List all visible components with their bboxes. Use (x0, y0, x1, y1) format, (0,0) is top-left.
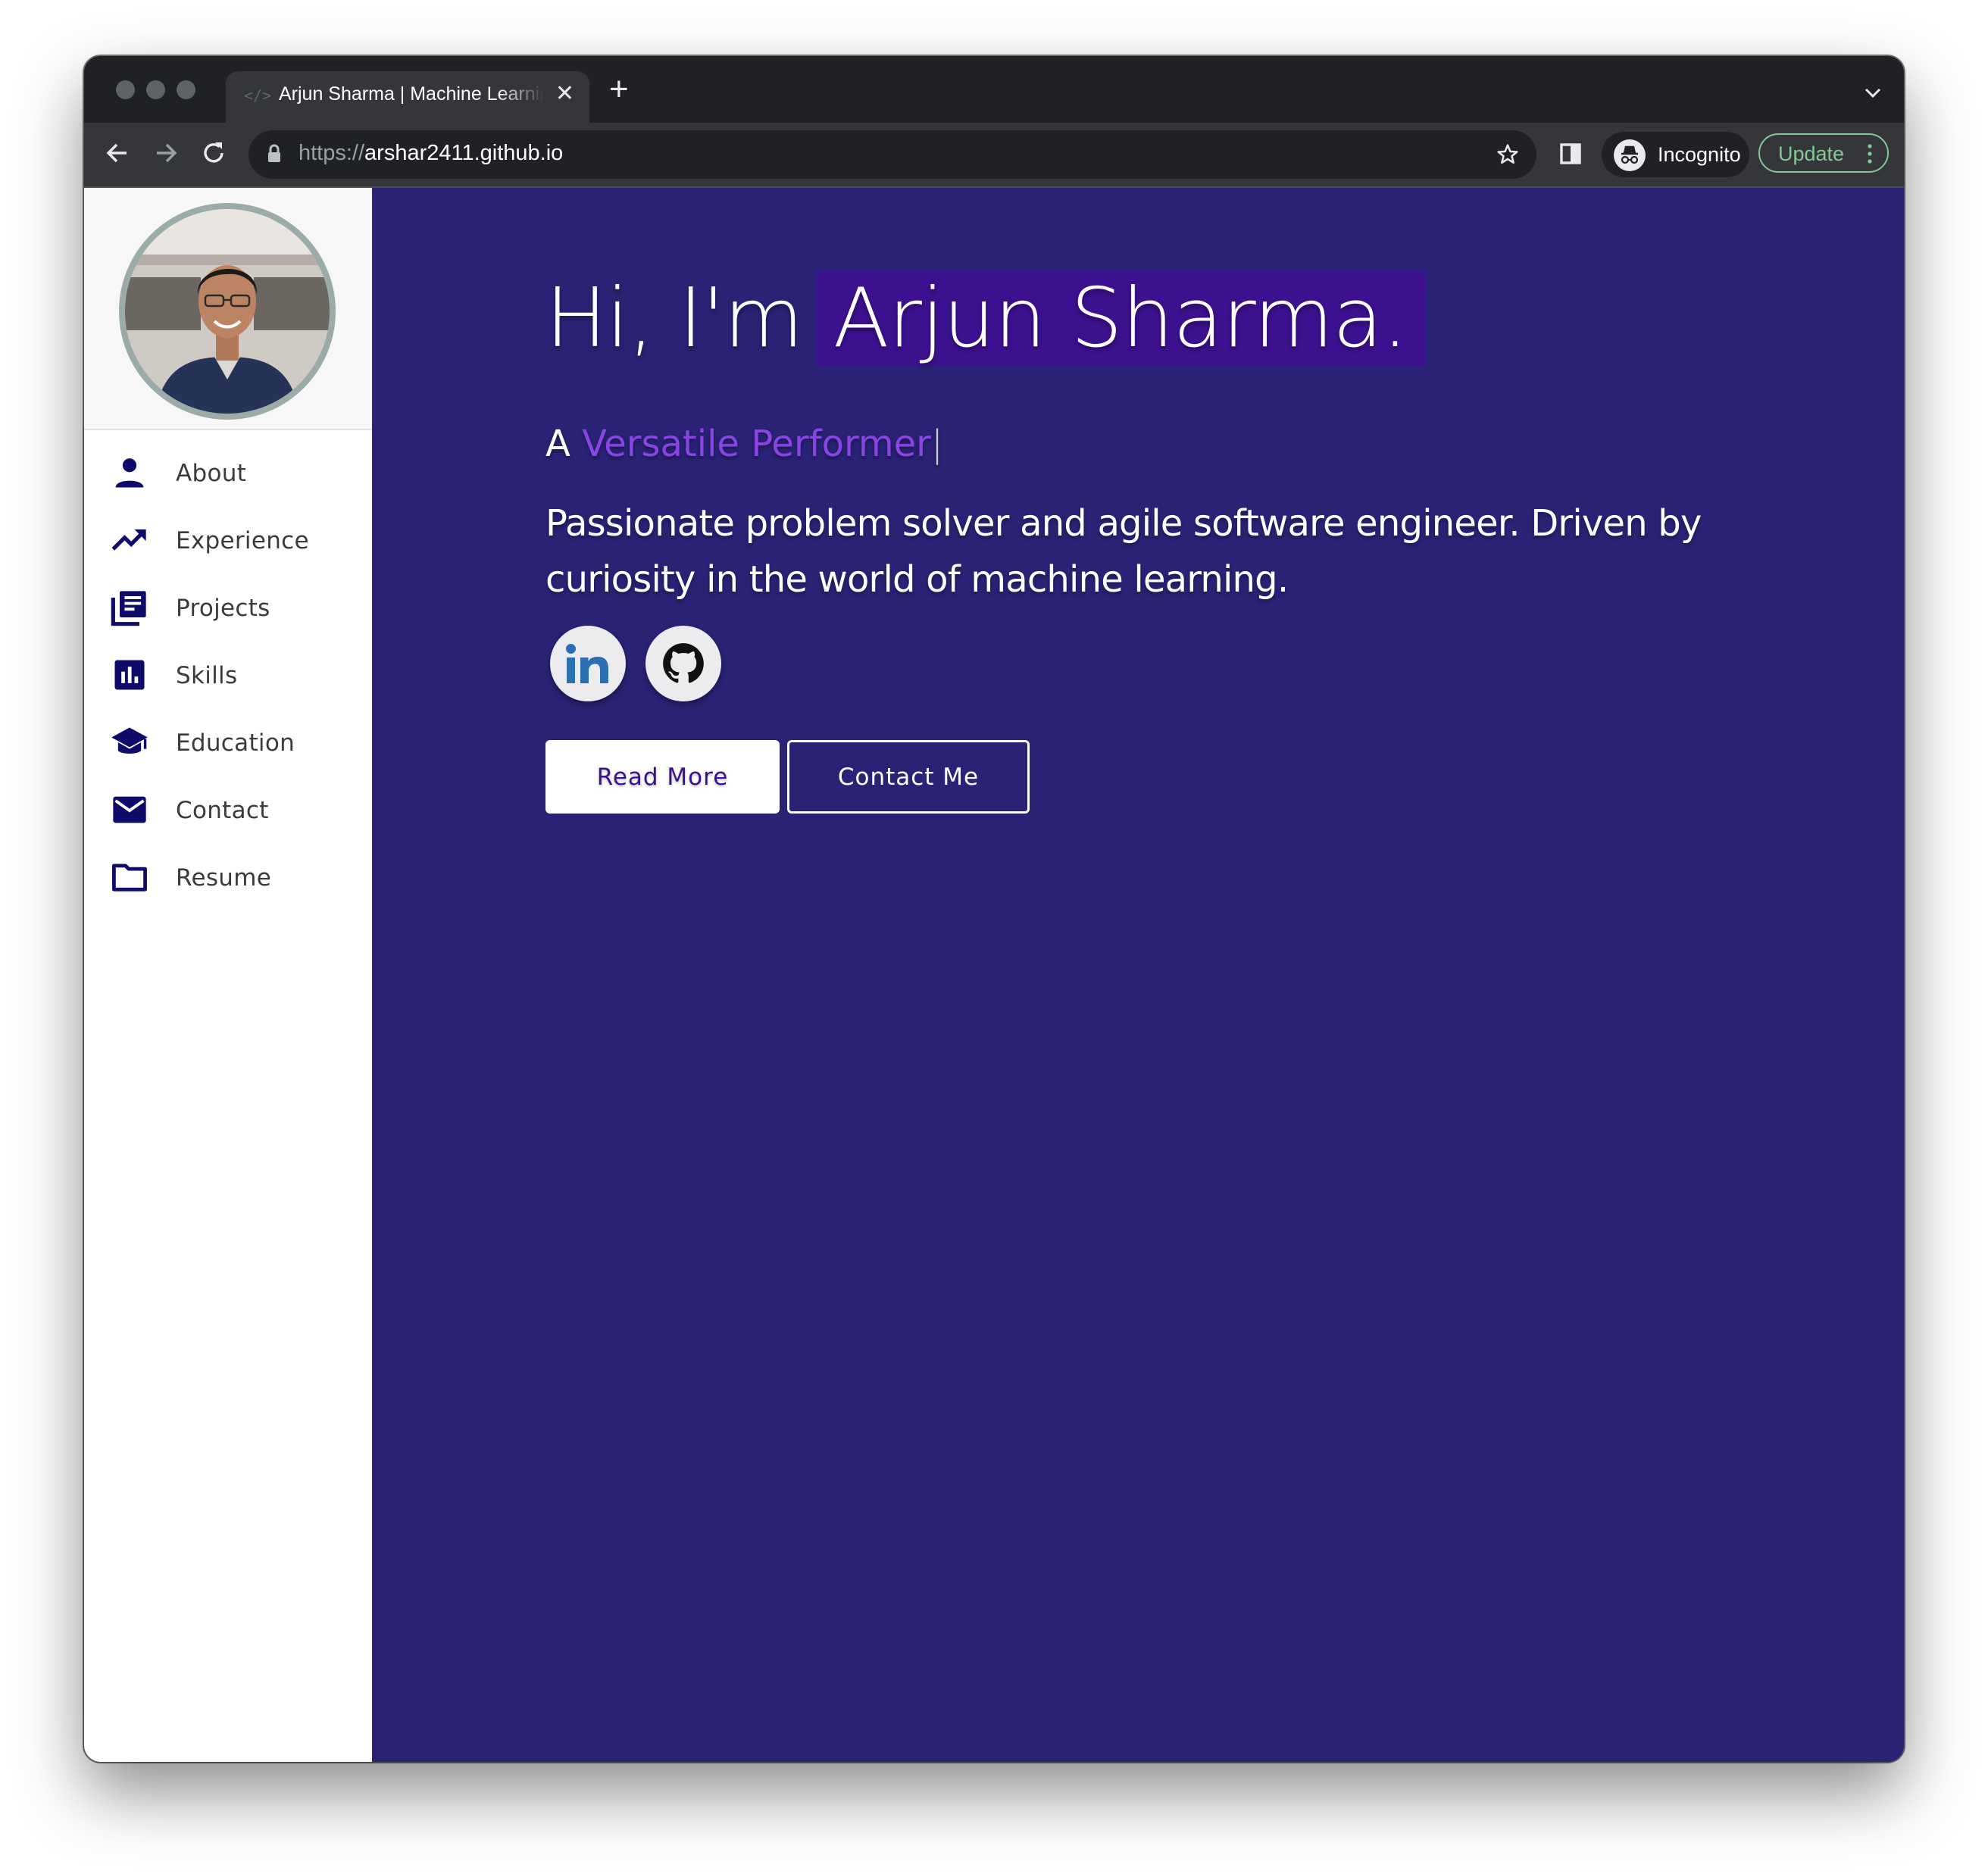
maximize-window-button[interactable] (177, 80, 195, 99)
trending-up-icon (110, 520, 149, 560)
address-bar[interactable]: https://arshar2411.github.io (248, 130, 1536, 179)
browser-tab[interactable]: </> Arjun Sharma | Machine Learning ✕ (226, 71, 589, 123)
close-window-button[interactable] (116, 80, 135, 99)
sidebar-item-education[interactable]: Education (84, 707, 372, 775)
lock-icon[interactable] (267, 144, 282, 167)
browser-toolbar: https://arshar2411.github.io Incognito U… (84, 123, 1904, 188)
profile-photo (125, 209, 330, 414)
linkedin-link[interactable] (550, 626, 626, 701)
sidebar: About Experience Projects Skills Educati… (84, 188, 372, 1762)
github-icon (663, 643, 704, 683)
page-viewport: About Experience Projects Skills Educati… (84, 188, 1904, 1762)
update-label: Update (1778, 142, 1845, 165)
person-icon (110, 453, 149, 492)
graduation-cap-icon (110, 723, 149, 762)
name-highlight: Arjun Sharma. (816, 271, 1426, 366)
tab-strip: </> Arjun Sharma | Machine Learning ✕ + (84, 56, 1904, 123)
sidebar-item-experience[interactable]: Experience (84, 505, 372, 573)
sidebar-nav: About Experience Projects Skills Educati… (84, 438, 372, 910)
contact-me-button[interactable]: Contact Me (787, 740, 1030, 814)
hero-bio: Passionate problem solver and agile soft… (545, 502, 1702, 601)
library-books-icon (110, 588, 149, 627)
folder-icon (110, 857, 149, 897)
close-tab-icon[interactable]: ✕ (555, 80, 574, 108)
minimize-window-button[interactable] (146, 80, 165, 99)
sidebar-item-label: Resume (176, 864, 272, 892)
kebab-menu-icon[interactable] (1868, 144, 1872, 167)
incognito-indicator[interactable]: Incognito (1602, 132, 1749, 177)
social-links (550, 626, 721, 701)
incognito-label: Incognito (1658, 143, 1741, 166)
url-text[interactable]: https://arshar2411.github.io (299, 141, 563, 166)
code-favicon-icon: </> (244, 86, 272, 105)
side-panel-icon[interactable] (1559, 142, 1582, 169)
sidebar-item-skills[interactable]: Skills (84, 640, 372, 707)
mail-icon (110, 790, 149, 829)
sidebar-item-contact[interactable]: Contact (84, 775, 372, 842)
avatar (119, 203, 336, 420)
read-more-button[interactable]: Read More (545, 740, 780, 814)
tab-search-chevron-icon[interactable] (1865, 88, 1881, 102)
bar-chart-icon (110, 655, 149, 695)
hero-heading: Hi, I'm Arjun Sharma. (545, 271, 1426, 366)
github-link[interactable] (645, 626, 721, 701)
typed-role: Versatile Performer (582, 423, 931, 465)
greeting-text: Hi, I'm (545, 271, 804, 366)
back-arrow-icon[interactable] (104, 139, 131, 170)
forward-arrow-icon[interactable] (152, 139, 180, 170)
sidebar-item-label: Projects (176, 595, 270, 622)
reload-icon[interactable] (200, 139, 227, 170)
new-tab-button[interactable]: + (609, 73, 629, 106)
sidebar-item-label: Education (176, 729, 295, 757)
subtitle-prefix: A (545, 423, 570, 465)
window-controls (116, 80, 195, 99)
update-button[interactable]: Update (1758, 133, 1889, 173)
hero-subtitle: A Versatile Performer| (545, 423, 943, 465)
sidebar-item-about[interactable]: About (84, 438, 372, 505)
hero-actions: Read More Contact Me (545, 740, 1030, 814)
hero-section: Hi, I'm Arjun Sharma. A Versatile Perform… (372, 188, 1904, 1762)
sidebar-item-label: Experience (176, 527, 309, 554)
sidebar-item-projects[interactable]: Projects (84, 573, 372, 640)
browser-window: </> Arjun Sharma | Machine Learning ✕ + … (84, 56, 1904, 1762)
profile-header (84, 188, 372, 430)
typing-caret: | (930, 423, 944, 465)
incognito-icon (1614, 139, 1646, 175)
sidebar-item-label: About (176, 460, 247, 487)
linkedin-icon (566, 644, 608, 683)
bookmark-star-icon[interactable] (1496, 142, 1520, 170)
sidebar-item-resume[interactable]: Resume (84, 842, 372, 910)
sidebar-item-label: Contact (176, 797, 269, 824)
sidebar-item-label: Skills (176, 662, 238, 689)
tab-title: Arjun Sharma | Machine Learning (279, 83, 544, 105)
